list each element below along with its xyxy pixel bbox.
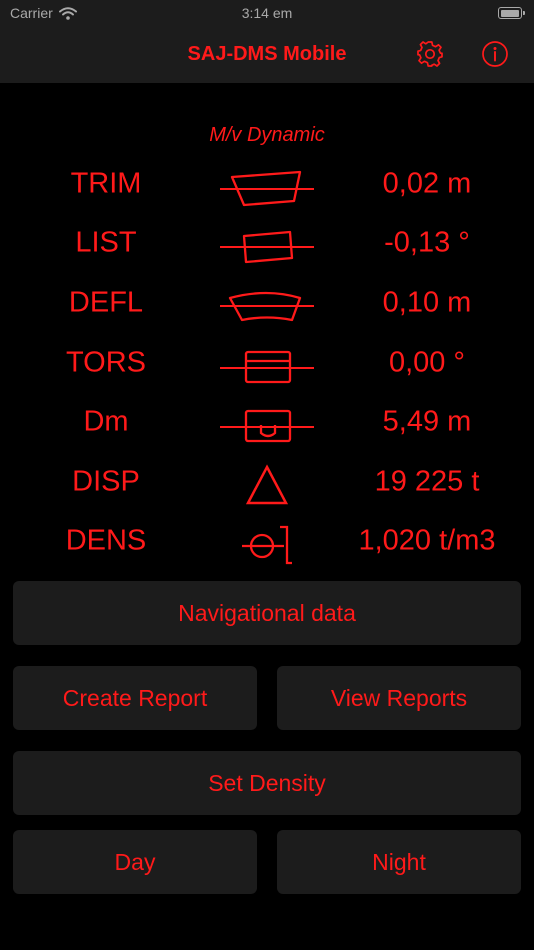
- gear-icon[interactable]: [416, 40, 444, 68]
- deflection-value: 0,10 m: [382, 286, 472, 319]
- displacement-icon: [245, 464, 289, 505]
- list-icon: [220, 230, 314, 264]
- trim-label: TRIM: [70, 167, 142, 200]
- vessel-name: M/v Dynamic: [209, 124, 325, 146]
- torsion-icon: [220, 350, 314, 384]
- torsion-row: TORS 0,00 °: [0, 333, 534, 393]
- set-density-button[interactable]: Set Density: [13, 751, 521, 815]
- torsion-value: 0,00 °: [388, 346, 466, 379]
- displacement-label: DISP: [72, 465, 140, 498]
- app-title: SAJ-DMS Mobile: [187, 43, 347, 65]
- nav-bar: SAJ-DMS Mobile: [0, 28, 534, 83]
- mean-draft-label: Dm: [83, 405, 129, 438]
- density-value: 1,020 t/m3: [358, 524, 496, 557]
- displacement-row: DISP 19 225 t: [0, 452, 534, 512]
- info-icon[interactable]: [481, 40, 509, 68]
- view-reports-button[interactable]: View Reports: [277, 666, 521, 730]
- deflection-icon: [220, 291, 314, 322]
- trim-value: 0,02 m: [382, 167, 472, 200]
- trim-row: TRIM 0,02 m: [0, 154, 534, 214]
- battery-fill: [500, 9, 519, 17]
- list-row: LIST -0,13 °: [0, 213, 534, 273]
- density-row: DENS 1,020 t/m3: [0, 511, 534, 571]
- status-bar: Carrier 3:14 em: [0, 0, 534, 28]
- night-mode-button[interactable]: Night: [277, 830, 521, 894]
- deflection-label: DEFL: [68, 286, 144, 319]
- list-value: -0,13 °: [384, 226, 470, 259]
- create-report-button[interactable]: Create Report: [13, 666, 257, 730]
- mean-draft-row: Dm 5,49 m: [0, 392, 534, 452]
- day-mode-button[interactable]: Day: [13, 830, 257, 894]
- torsion-label: TORS: [65, 346, 147, 379]
- navigational-data-button[interactable]: Navigational data: [13, 581, 521, 645]
- trim-icon: [220, 170, 314, 207]
- mean-draft-icon: [220, 409, 314, 443]
- status-time: 3:14 em: [241, 5, 293, 21]
- deflection-row: DEFL 0,10 m: [0, 273, 534, 333]
- density-label: DENS: [65, 524, 147, 557]
- density-icon: [242, 525, 292, 565]
- displacement-value: 19 225 t: [374, 465, 480, 498]
- mean-draft-value: 5,49 m: [382, 405, 472, 438]
- battery-icon: [498, 7, 525, 19]
- list-label: LIST: [75, 226, 137, 259]
